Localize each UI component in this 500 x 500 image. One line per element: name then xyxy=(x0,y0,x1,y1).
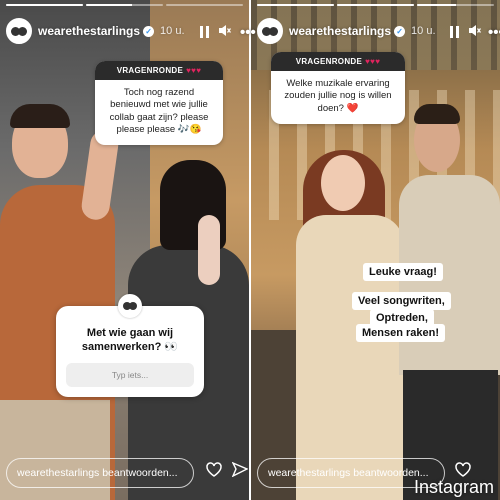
avatar[interactable] xyxy=(257,18,283,44)
question-header: VRAGENRONDE ♥♥♥ xyxy=(95,61,223,80)
post-time: 10 u. xyxy=(160,25,185,37)
verified-badge-icon: ✓ xyxy=(394,25,406,37)
avatar xyxy=(118,294,142,318)
answer-text: Leuke vraag! xyxy=(363,263,443,281)
progress-segment xyxy=(337,4,414,6)
person-right-hands xyxy=(198,215,220,285)
story-left[interactable]: wearethestarlings ✓ 10 u. VRAGENRONDE ♥♥♥… xyxy=(0,0,249,500)
question-header: VRAGENRONDE ♥♥♥ xyxy=(271,52,405,71)
answer-text: Mensen raken! xyxy=(356,324,446,342)
heart-icon[interactable] xyxy=(206,462,222,482)
username[interactable]: wearethestarlings xyxy=(38,24,140,38)
hearts-icon: ♥♥♥ xyxy=(186,66,202,75)
question-text: Welke muzikale ervaring zouden jullie no… xyxy=(284,78,392,114)
woman-head xyxy=(321,155,365,211)
send-icon[interactable] xyxy=(231,461,249,482)
speaker-muted-icon[interactable] xyxy=(468,24,481,37)
hearts-icon: ♥♥♥ xyxy=(365,57,381,66)
question-sticker: VRAGENRONDE ♥♥♥ Toch nog razend benieuwd … xyxy=(95,61,223,146)
username[interactable]: wearethestarlings xyxy=(289,24,391,38)
pause-icon[interactable] xyxy=(450,26,459,38)
progress-segment xyxy=(166,4,243,6)
more-icon[interactable]: ••• xyxy=(240,24,256,41)
ask-input[interactable]: Typ iets... xyxy=(66,362,194,387)
post-time: 10 u. xyxy=(411,25,436,37)
avatar[interactable] xyxy=(6,18,32,44)
progress-segment xyxy=(257,4,334,6)
story-progress xyxy=(6,4,243,6)
more-icon[interactable]: ••• xyxy=(488,24,500,41)
person-left-hair xyxy=(10,104,70,128)
speaker-muted-icon[interactable] xyxy=(218,24,231,37)
question-text: Toch nog razend benieuwd met wie jullie … xyxy=(109,87,209,136)
story-right[interactable]: wearethestarlings ✓ 10 u. VRAGENRONDE ♥♥♥… xyxy=(251,0,500,500)
pause-icon[interactable] xyxy=(200,26,209,38)
question-box-sticker[interactable]: Met wie gaan wij samenwerken? 👀 Typ iets… xyxy=(56,294,204,397)
man-hair xyxy=(414,104,460,124)
question-sticker: VRAGENRONDE ♥♥♥ Welke muzikale ervaring z… xyxy=(271,52,405,125)
reply-input[interactable]: wearethestarlings beantwoorden... xyxy=(6,458,194,488)
progress-segment xyxy=(417,4,494,6)
ask-title: Met wie gaan wij samenwerken? 👀 xyxy=(81,327,179,354)
verified-badge-icon: ✓ xyxy=(143,25,155,37)
progress-segment xyxy=(6,4,83,6)
progress-segment xyxy=(86,4,163,6)
answer-text: Veel songwriten, xyxy=(352,292,451,310)
story-progress xyxy=(257,4,494,6)
instagram-watermark: Instagram xyxy=(413,477,494,497)
